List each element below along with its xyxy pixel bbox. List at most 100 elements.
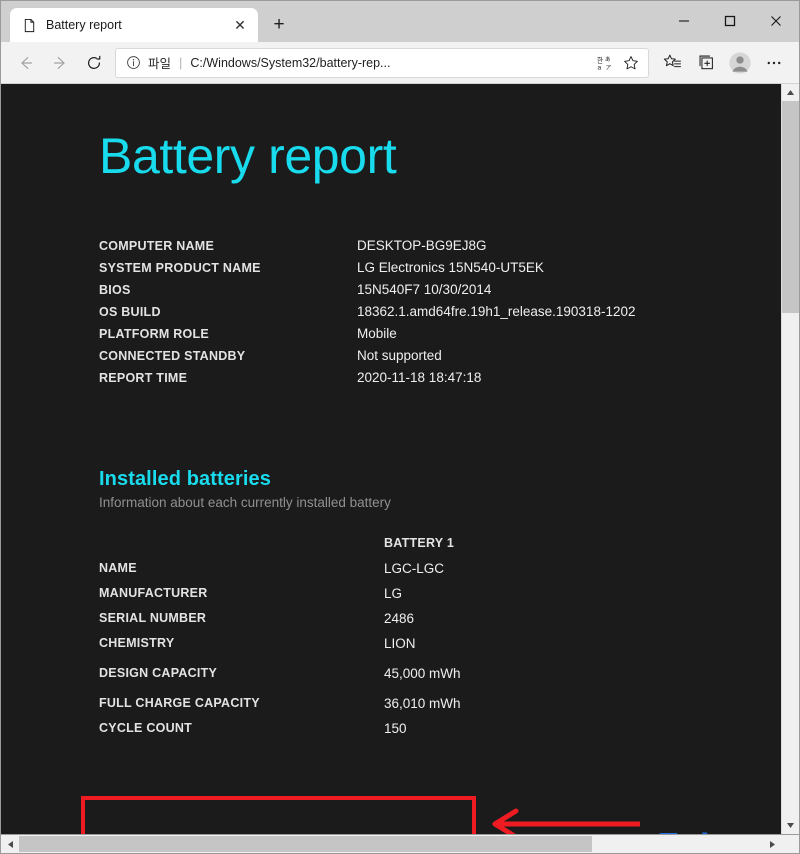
row-key: NAME <box>99 560 137 575</box>
row-value: 2020-11-18 18:47:18 <box>357 369 482 385</box>
row-value: 2486 <box>384 610 415 626</box>
close-button[interactable] <box>753 1 799 41</box>
battery-report-page: Battery report COMPUTER NAME DESKTOP-BG9… <box>1 84 781 834</box>
back-button[interactable] <box>9 47 43 79</box>
installed-batteries-section: Installed batteries Information about ea… <box>99 468 781 746</box>
red-arrow-annotation <box>488 808 643 834</box>
profile-button[interactable] <box>723 47 757 79</box>
vertical-scroll-track[interactable] <box>782 101 799 817</box>
row-value: 36,010 mWh <box>384 695 461 711</box>
translate-icon[interactable]: 한 あ a ア <box>592 50 618 76</box>
row-key: COMPUTER NAME <box>99 238 215 253</box>
table-row: BIOS 15N540F7 10/30/2014 <box>99 282 635 304</box>
horizontal-scroll-track[interactable] <box>19 835 763 853</box>
system-info-table: COMPUTER NAME DESKTOP-BG9EJ8G SYSTEM PRO… <box>99 238 635 392</box>
vertical-scrollbar[interactable] <box>781 84 799 834</box>
table-row: REPORT TIME 2020-11-18 18:47:18 <box>99 370 635 392</box>
scroll-left-arrow-icon[interactable] <box>1 835 19 853</box>
table-row: OS BUILD 18362.1.amd64fre.19h1_release.1… <box>99 304 635 326</box>
vertical-scroll-thumb[interactable] <box>782 101 799 313</box>
row-key: OS BUILD <box>99 304 161 319</box>
section-subtitle: Information about each currently install… <box>99 494 391 510</box>
new-tab-button[interactable]: + <box>264 9 294 39</box>
minimize-button[interactable] <box>661 1 707 41</box>
content-area: Battery report COMPUTER NAME DESKTOP-BG9… <box>1 84 799 834</box>
battery-column-header: BATTERY 1 <box>384 535 455 550</box>
row-value: LG Electronics 15N540-UT5EK <box>357 259 544 275</box>
settings-more-button[interactable] <box>757 47 791 79</box>
row-value: LG <box>384 585 403 601</box>
table-row: PLATFORM ROLE Mobile <box>99 326 635 348</box>
page-title: Battery report <box>99 128 397 184</box>
row-value: Not supported <box>357 347 442 363</box>
row-value: 18362.1.amd64fre.19h1_release.190318-120… <box>357 303 636 319</box>
tab-close-icon[interactable]: ✕ <box>230 15 250 35</box>
row-key: FULL CHARGE CAPACITY <box>99 695 260 710</box>
favorites-button[interactable] <box>655 47 689 79</box>
svg-text:a: a <box>597 65 601 71</box>
table-row: CHEMISTRY LION <box>99 636 461 666</box>
row-key: SERIAL NUMBER <box>99 610 207 625</box>
refresh-button[interactable] <box>77 47 111 79</box>
table-row: SERIAL NUMBER 2486 <box>99 611 461 636</box>
table-row: CONNECTED STANDBY Not supported <box>99 348 635 370</box>
svg-text:한: 한 <box>597 57 603 65</box>
table-row: MANUFACTURER LG <box>99 586 461 611</box>
scroll-up-arrow-icon[interactable] <box>782 84 799 101</box>
report-body: Battery report COMPUTER NAME DESKTOP-BG9… <box>1 84 781 746</box>
row-key: CYCLE COUNT <box>99 720 193 735</box>
document-icon <box>21 17 37 33</box>
row-value: 45,000 mWh <box>384 665 461 681</box>
capacity-highlight-box <box>81 796 476 834</box>
window-controls <box>661 1 799 41</box>
address-bar[interactable]: 파일 | C:/Windows/System32/battery-rep... … <box>115 47 649 78</box>
row-key: BIOS <box>99 282 131 297</box>
row-key: CONNECTED STANDBY <box>99 348 246 363</box>
maximize-button[interactable] <box>707 1 753 41</box>
address-bar-actions: 한 あ a ア <box>592 50 644 76</box>
row-key: DESIGN CAPACITY <box>99 665 218 680</box>
address-scheme-label: 파일 <box>148 57 172 71</box>
info-icon[interactable] <box>124 54 142 72</box>
scrollbar-corner <box>781 835 799 853</box>
forward-button[interactable] <box>43 47 77 79</box>
row-value: 150 <box>384 720 407 736</box>
horizontal-scroll-thumb[interactable] <box>19 836 592 852</box>
browser-toolbar: 파일 | C:/Windows/System32/battery-rep... … <box>1 42 799 84</box>
row-value: LGC-LGC <box>384 560 445 576</box>
table-row: NAME LGC-LGC <box>99 561 461 586</box>
row-value: LION <box>384 635 416 651</box>
address-separator: | <box>179 55 183 70</box>
row-key <box>99 536 384 561</box>
table-row: SYSTEM PRODUCT NAME LG Electronics 15N54… <box>99 260 635 282</box>
tab-battery-report[interactable]: Battery report ✕ <box>10 8 258 42</box>
row-value: 15N540F7 10/30/2014 <box>357 281 492 297</box>
row-key: MANUFACTURER <box>99 585 208 600</box>
row-key: PLATFORM ROLE <box>99 326 209 341</box>
table-row: DESIGN CAPACITY 45,000 mWh <box>99 666 461 696</box>
row-key: SYSTEM PRODUCT NAME <box>99 260 261 275</box>
collections-button[interactable] <box>689 47 723 79</box>
installed-batteries-table: BATTERY 1 NAME LGC-LGC MANUFACTURER LG S… <box>99 536 461 746</box>
table-row: CYCLE COUNT 150 <box>99 721 461 746</box>
svg-text:ア: ア <box>605 65 611 71</box>
row-value: Mobile <box>357 325 397 341</box>
table-row: FULL CHARGE CAPACITY 36,010 mWh <box>99 696 461 721</box>
row-key: CHEMISTRY <box>99 635 175 650</box>
browser-window: Battery report ✕ + 파일 | C:/Windows/Syste… <box>0 0 800 854</box>
watermark-line-1: Today <box>641 831 758 834</box>
row-value: DESKTOP-BG9EJ8G <box>357 237 487 253</box>
horizontal-scrollbar[interactable] <box>1 834 799 853</box>
scroll-right-arrow-icon[interactable] <box>763 835 781 853</box>
address-url-text[interactable]: C:/Windows/System32/battery-rep... <box>190 56 592 70</box>
row-key: REPORT TIME <box>99 370 188 385</box>
table-row: COMPUTER NAME DESKTOP-BG9EJ8G <box>99 238 635 260</box>
favorite-star-icon[interactable] <box>618 50 644 76</box>
watermark: Today Reviews <box>641 831 758 834</box>
tab-title: Battery report <box>46 18 122 32</box>
scroll-down-arrow-icon[interactable] <box>782 817 799 834</box>
section-heading: Installed batteries <box>99 467 271 490</box>
svg-text:あ: あ <box>605 56 611 63</box>
tab-strip: Battery report ✕ + <box>1 1 799 42</box>
table-header-row: BATTERY 1 <box>99 536 461 561</box>
